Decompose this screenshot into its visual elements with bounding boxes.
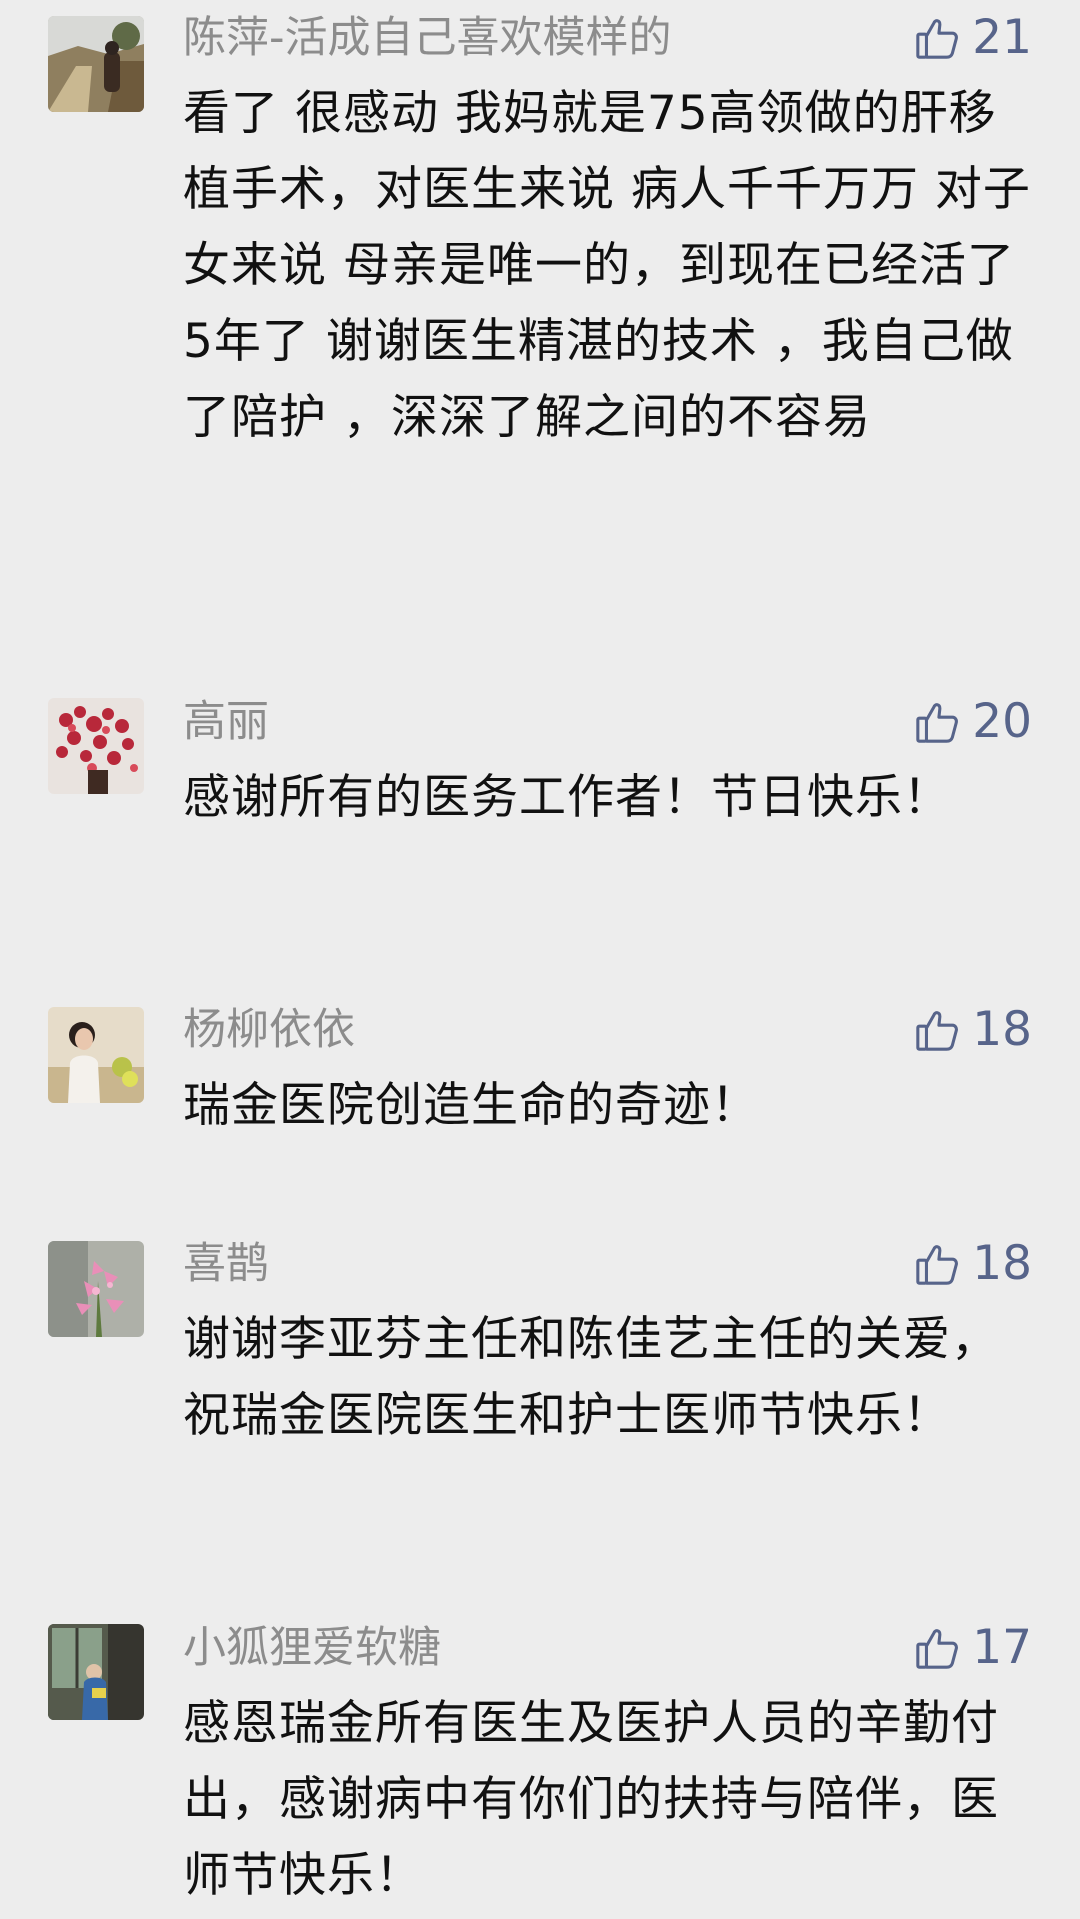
thumbs-up-icon [916, 1245, 959, 1285]
avatar[interactable] [48, 698, 144, 794]
like-button[interactable]: 17 [914, 1618, 1032, 1678]
thumbs-up-icon [916, 1011, 959, 1051]
comment-list: 陈萍-活成自己喜欢模样的 21 看了 很感动 我妈就是75高领做的肝移植手术，对… [0, 0, 1080, 1919]
thumbs-up-icon [916, 703, 959, 743]
like-count: 21 [972, 10, 1032, 65]
avatar-image [48, 1241, 144, 1337]
like-button[interactable]: 18 [914, 1234, 1032, 1294]
comment-text: 谢谢李亚芬主任和陈佳艺主任的关爱，祝瑞金医院医生和护士医师节快乐！ [183, 1312, 999, 1443]
comment-author[interactable]: 陈萍-活成自己喜欢模样的 [183, 8, 672, 68]
avatar[interactable] [48, 1007, 144, 1103]
like-button[interactable]: 21 [914, 8, 1032, 68]
comment-text: 瑞金医院创造生命的奇迹！ [183, 1078, 759, 1133]
thumbs-up-icon [916, 19, 959, 59]
comment-author[interactable]: 喜鹊 [183, 1234, 269, 1294]
thumbs-up-icon [916, 1629, 959, 1669]
comment-author[interactable]: 杨柳依依 [183, 1000, 355, 1060]
avatar-image [48, 1624, 144, 1720]
comment-text: 感谢所有的医务工作者！节日快乐！ [183, 770, 951, 825]
avatar-image [48, 16, 144, 112]
avatar-image [48, 698, 144, 794]
comment-author[interactable]: 小狐狸爱软糖 [183, 1618, 441, 1678]
like-button[interactable]: 20 [914, 692, 1032, 752]
comment-author[interactable]: 高丽 [183, 692, 269, 752]
like-count: 20 [972, 694, 1032, 749]
comment-text: 感恩瑞金所有医生及医护人员的辛勤付出，感谢病中有你们的扶持与陪伴，医师节快乐！ [183, 1696, 999, 1903]
like-count: 18 [972, 1002, 1032, 1057]
avatar[interactable] [48, 16, 144, 112]
avatar[interactable] [48, 1624, 144, 1720]
avatar-image [48, 1007, 144, 1103]
avatar[interactable] [48, 1241, 144, 1337]
like-count: 18 [972, 1236, 1032, 1291]
like-count: 17 [972, 1620, 1032, 1675]
like-button[interactable]: 18 [914, 1000, 1032, 1060]
comment-text: 看了 很感动 我妈就是75高领做的肝移植手术，对医生来说 病人千千万万 对子女来… [183, 86, 1031, 445]
